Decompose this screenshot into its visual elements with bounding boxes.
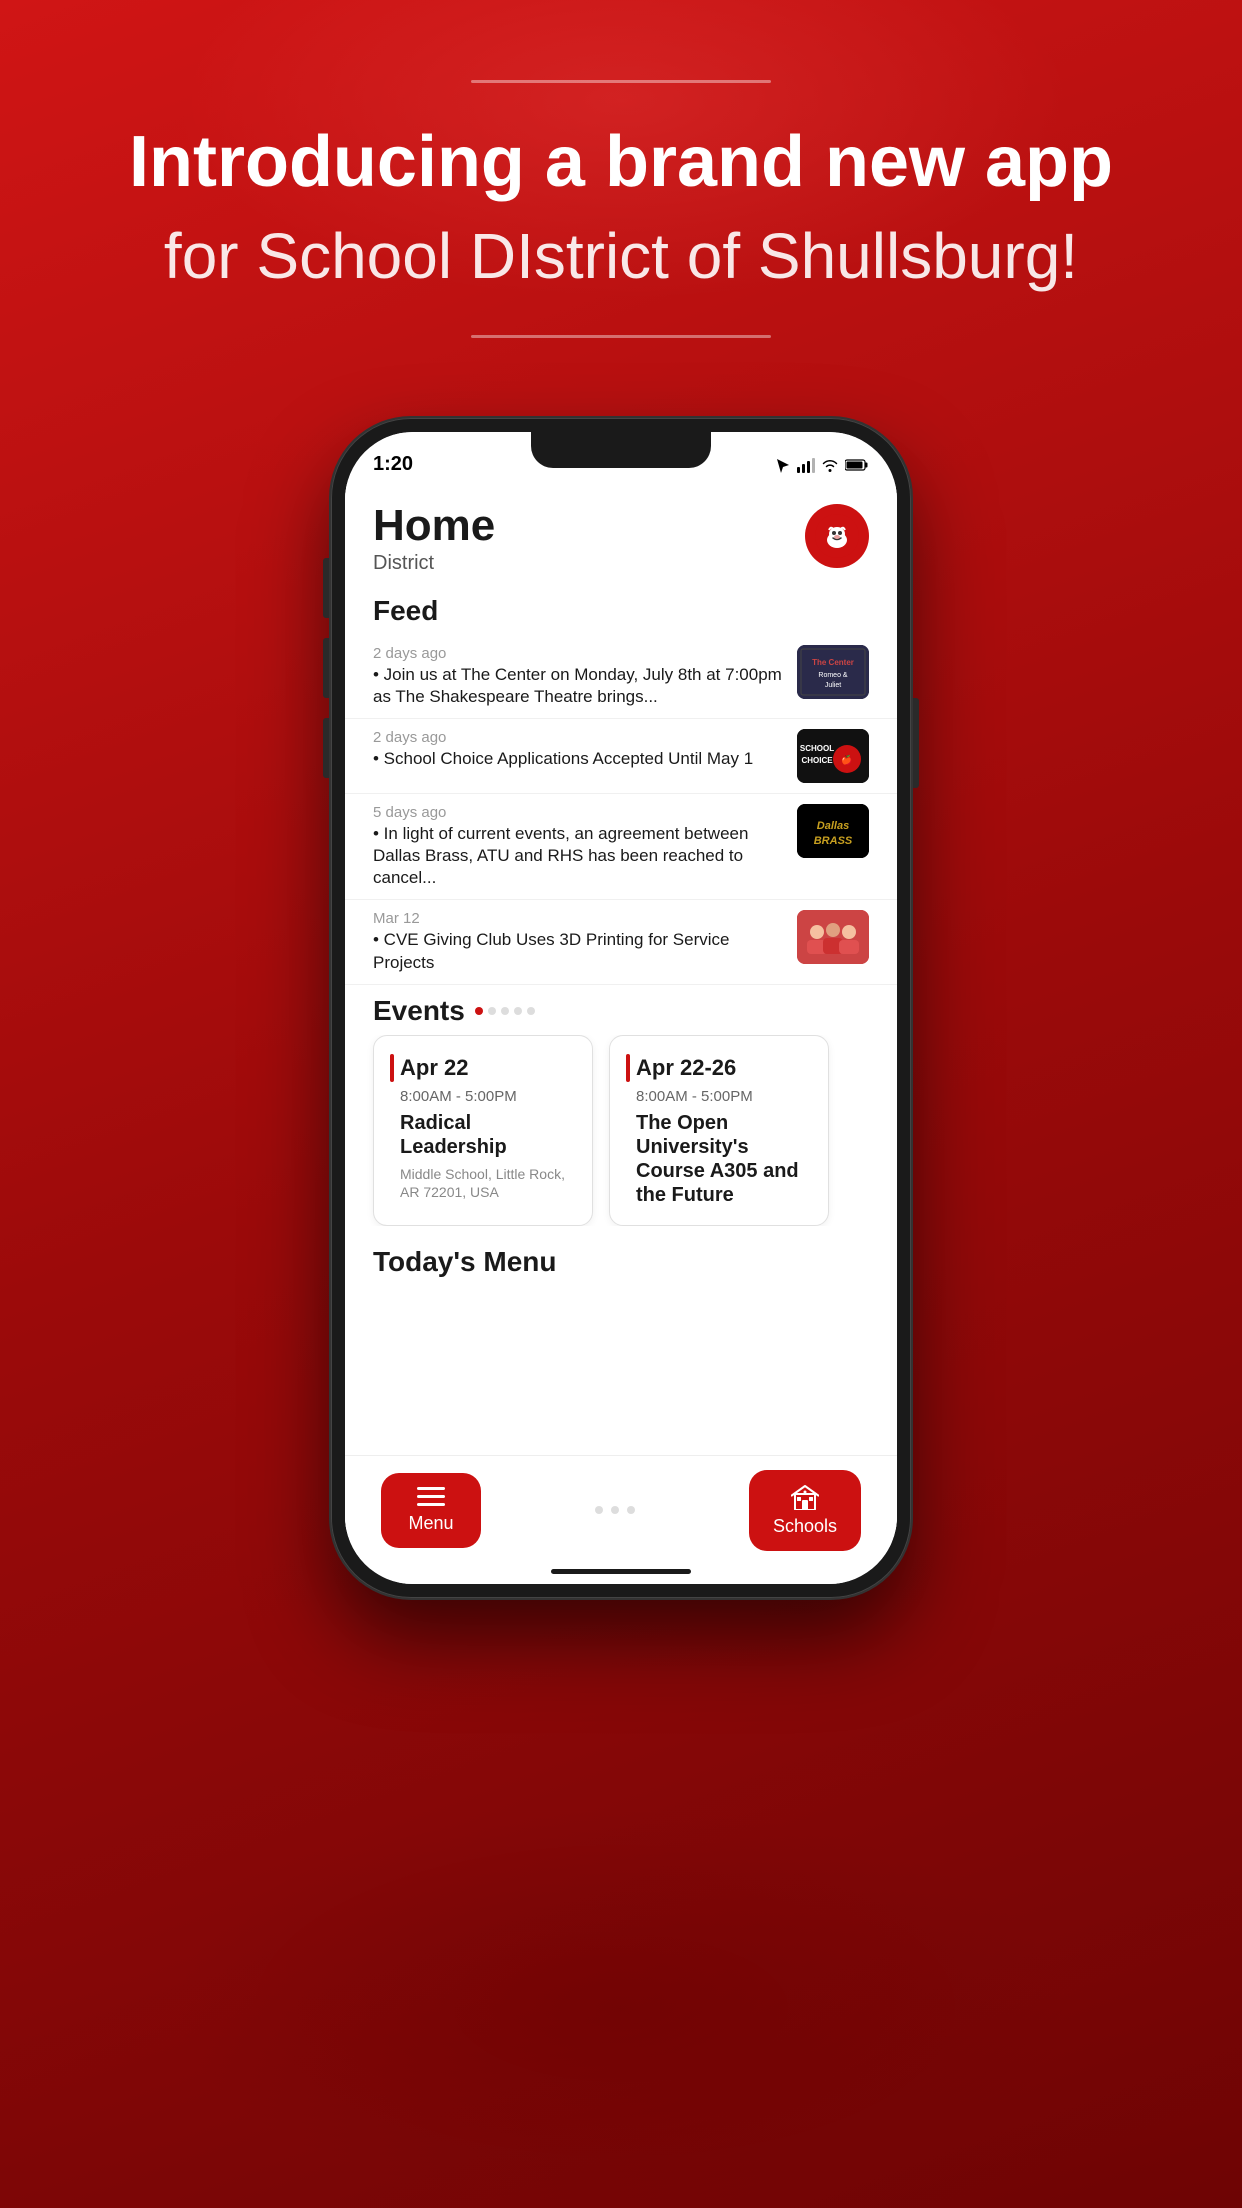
feed-item[interactable]: 2 days ago • School Choice Applications … bbox=[345, 719, 897, 794]
nav-dot-1 bbox=[595, 1506, 603, 1514]
phone-screen: 1:20 bbox=[345, 432, 897, 1584]
home-title-group: Home District bbox=[373, 504, 495, 575]
menu-icon bbox=[417, 1487, 445, 1507]
svg-text:🍎: 🍎 bbox=[841, 754, 852, 765]
event-time: 8:00AM - 5:00PM bbox=[400, 1088, 576, 1105]
event-location: Middle School, Little Rock, AR 72201, US… bbox=[400, 1165, 576, 1201]
phone-notch bbox=[531, 432, 711, 468]
todays-menu-section: Today's Menu bbox=[345, 1226, 897, 1294]
feed-item[interactable]: 2 days ago • Join us at The Center on Mo… bbox=[345, 635, 897, 719]
feed-timestamp: 5 days ago bbox=[373, 804, 783, 821]
dot-active bbox=[475, 1007, 483, 1015]
event-date-badge: Apr 22-26 bbox=[626, 1054, 812, 1082]
feed-body: • Join us at The Center on Monday, July … bbox=[373, 664, 783, 708]
feed-body: • In light of current events, an agreeme… bbox=[373, 823, 783, 889]
feed-thumbnail-dallas-brass: Dallas BRASS bbox=[797, 804, 869, 858]
svg-text:CHOICE: CHOICE bbox=[801, 756, 833, 765]
feed-body: • CVE Giving Club Uses 3D Printing for S… bbox=[373, 929, 783, 973]
event-name: The Open University's Course A305 and th… bbox=[636, 1111, 812, 1207]
feed-item-text: 2 days ago • School Choice Applications … bbox=[373, 729, 783, 770]
mascot-avatar[interactable] bbox=[805, 504, 869, 568]
divider-bottom bbox=[471, 335, 771, 338]
event-name: Radical Leadership bbox=[400, 1111, 576, 1159]
phone-mockup: 1:20 bbox=[0, 418, 1242, 1598]
spacer bbox=[345, 1294, 897, 1455]
schools-nav-button[interactable]: Schools bbox=[749, 1470, 861, 1551]
feed-item[interactable]: 5 days ago • In light of current events,… bbox=[345, 794, 897, 900]
signal-icon bbox=[797, 457, 815, 473]
dot-1 bbox=[488, 1007, 496, 1015]
event-date-bar bbox=[390, 1054, 394, 1082]
status-icons bbox=[775, 457, 869, 473]
app-header: Home District bbox=[345, 484, 897, 587]
menu-nav-button[interactable]: Menu bbox=[381, 1473, 481, 1548]
event-time: 8:00AM - 5:00PM bbox=[636, 1088, 812, 1105]
dot-2 bbox=[501, 1007, 509, 1015]
feed-item-text: Mar 12 • CVE Giving Club Uses 3D Printin… bbox=[373, 910, 783, 973]
event-date: Apr 22-26 bbox=[636, 1055, 736, 1081]
nav-dots bbox=[481, 1506, 749, 1514]
wifi-icon bbox=[821, 458, 839, 472]
nav-dot-3 bbox=[627, 1506, 635, 1514]
bottom-nav: Menu bbox=[345, 1455, 897, 1561]
svg-text:BRASS: BRASS bbox=[814, 835, 853, 847]
svg-text:Dallas: Dallas bbox=[817, 820, 849, 832]
event-date-badge: Apr 22 bbox=[390, 1054, 576, 1082]
events-dot-indicator bbox=[475, 1007, 535, 1015]
event-card-1[interactable]: Apr 22 8:00AM - 5:00PM Radical Leadershi… bbox=[373, 1035, 593, 1226]
dot-3 bbox=[514, 1007, 522, 1015]
feed-timestamp: Mar 12 bbox=[373, 910, 783, 927]
header-subtitle: for School DIstrict of Shullsburg! bbox=[80, 218, 1162, 295]
mascot-icon bbox=[815, 514, 859, 558]
event-card-2[interactable]: Apr 22-26 8:00AM - 5:00PM The Open Unive… bbox=[609, 1035, 829, 1226]
event-date: Apr 22 bbox=[400, 1055, 468, 1081]
header-title: Introducing a brand new app bbox=[80, 123, 1162, 202]
location-arrow-icon bbox=[775, 457, 791, 473]
feed-item-text: 5 days ago • In light of current events,… bbox=[373, 804, 783, 889]
app-content: Home District bbox=[345, 484, 897, 1584]
schools-icon bbox=[791, 1484, 819, 1510]
app-home-title: Home bbox=[373, 504, 495, 548]
feed-timestamp: 2 days ago bbox=[373, 645, 783, 662]
dot-4 bbox=[527, 1007, 535, 1015]
bottom-spacer bbox=[345, 1574, 897, 1584]
schools-nav-label: Schools bbox=[773, 1516, 837, 1537]
feed-timestamp: 2 days ago bbox=[373, 729, 783, 746]
nav-dot-2 bbox=[611, 1506, 619, 1514]
feed-thumbnail-cve bbox=[797, 910, 869, 964]
svg-text:The Center: The Center bbox=[812, 658, 854, 667]
svg-text:SCHOOL: SCHOOL bbox=[800, 744, 834, 753]
divider-top bbox=[471, 80, 771, 83]
events-cards: Apr 22 8:00AM - 5:00PM Radical Leadershi… bbox=[345, 1035, 897, 1226]
status-time: 1:20 bbox=[373, 453, 413, 476]
phone-outer-frame: 1:20 bbox=[331, 418, 911, 1598]
feed-body: • School Choice Applications Accepted Un… bbox=[373, 748, 783, 770]
menu-nav-label: Menu bbox=[408, 1513, 453, 1534]
feed-item[interactable]: Mar 12 • CVE Giving Club Uses 3D Printin… bbox=[345, 900, 897, 984]
feed-section-title: Feed bbox=[345, 587, 897, 635]
events-header: Events bbox=[345, 985, 897, 1035]
events-section-title: Events bbox=[373, 995, 465, 1027]
app-home-subtitle: District bbox=[373, 552, 495, 575]
svg-text:Juliet: Juliet bbox=[825, 682, 841, 689]
feed-thumbnail-theatre: The Center Romeo & Juliet bbox=[797, 645, 869, 699]
feed-item-text: 2 days ago • Join us at The Center on Mo… bbox=[373, 645, 783, 708]
event-date-bar bbox=[626, 1054, 630, 1082]
battery-icon bbox=[845, 458, 869, 472]
svg-text:Romeo &: Romeo & bbox=[818, 672, 848, 679]
feed-thumbnail-school-choice: SCHOOL CHOICE 🍎 bbox=[797, 729, 869, 783]
todays-menu-title: Today's Menu bbox=[373, 1238, 869, 1286]
header-section: Introducing a brand new app for School D… bbox=[0, 0, 1242, 378]
